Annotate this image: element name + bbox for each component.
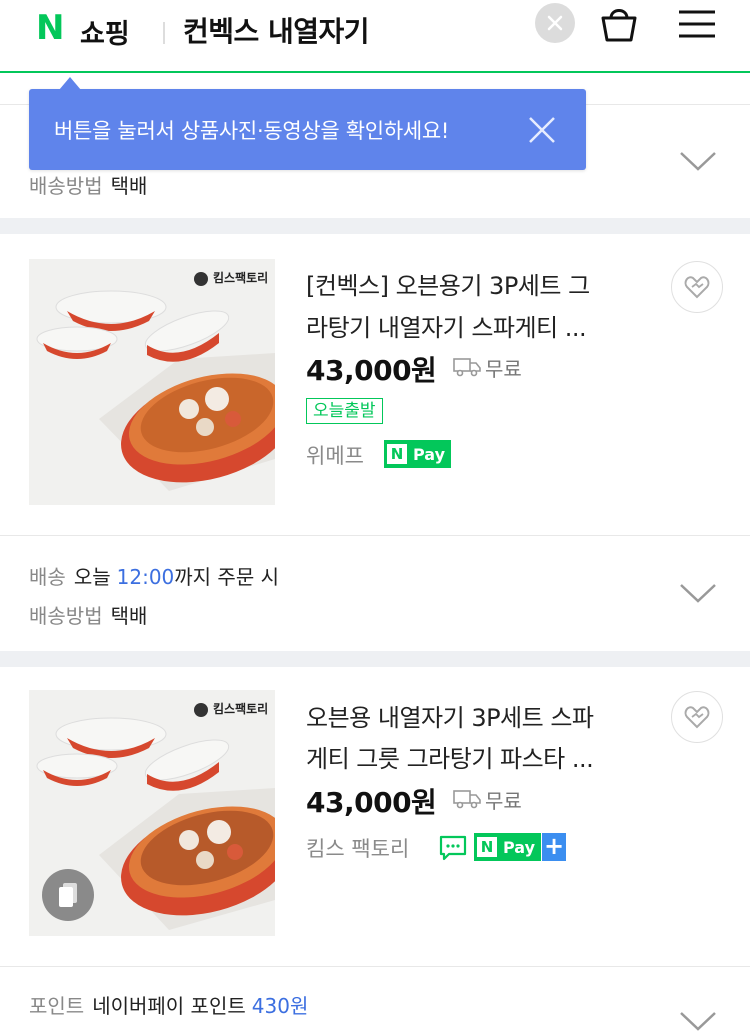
delivery-time: 12:00 <box>116 565 175 589</box>
tooltip-arrow <box>59 77 81 90</box>
product-title-line1[interactable]: 오븐용 내열자기 3P세트 스파 <box>306 698 594 733</box>
section-separator <box>0 651 750 667</box>
seller-name[interactable]: 킴스 팩토리 <box>306 833 409 863</box>
point-label: 포인트 <box>29 994 85 1018</box>
photo-gallery-button[interactable] <box>42 869 94 921</box>
photo-stack-icon <box>59 883 77 907</box>
shipping-method-value: 택배 <box>110 174 148 198</box>
shipping-method-label: 배송방법 <box>29 604 103 628</box>
heart-icon <box>684 706 710 729</box>
shipping-fee: 무료 <box>485 357 522 381</box>
favorite-button[interactable] <box>671 261 723 313</box>
chevron-down-icon[interactable] <box>678 148 718 174</box>
brand-logo-text: 킴스팩토리 <box>213 702 269 716</box>
header-divider <box>163 22 165 44</box>
npay-badge: N Pay <box>474 833 542 861</box>
npay-n-icon: N <box>387 444 407 464</box>
chevron-down-icon[interactable] <box>678 1008 718 1034</box>
search-query[interactable]: 컨벡스 내열자기 <box>183 10 370 50</box>
delivery-prefix: 오늘 <box>73 565 111 589</box>
shipping-method-value: 택배 <box>110 604 148 628</box>
product-title-line2[interactable]: 게티 그릇 그라탕기 파스타 ... <box>306 739 594 774</box>
point-value: 430원 <box>251 994 309 1018</box>
product-title-line1[interactable]: [컨벡스] 오븐용기 3P세트 그 <box>306 266 590 301</box>
top-header: N 쇼핑 컨벡스 내열자기 <box>0 0 750 73</box>
divider <box>0 966 750 967</box>
tooltip-text: 버튼을 눌러서 상품사진·동영상을 확인하세요! <box>54 119 449 143</box>
point-row: 포인트 네이버페이 포인트 430원 <box>29 990 308 1019</box>
npay-badge: N Pay <box>384 440 452 468</box>
product-image[interactable]: 킴스팩토리 <box>29 259 275 505</box>
shipping-method-row: 배송방법 택배 <box>29 170 147 199</box>
clear-icon <box>547 15 563 31</box>
truck-icon <box>453 790 481 809</box>
hamburger-menu-icon <box>679 10 715 38</box>
product-price: 43,000원 <box>306 786 437 819</box>
npay-n-icon: N <box>477 837 497 857</box>
product-photo-illustration <box>29 259 275 505</box>
seller-name[interactable]: 위메프 <box>306 440 364 470</box>
today-dispatch-badge: 오늘출발 <box>306 398 383 424</box>
delivery-row: 배송 오늘 12:00까지 주문 시 <box>29 561 279 590</box>
shipping-method-label: 배송방법 <box>29 174 103 198</box>
shopping-bag-icon <box>601 9 637 42</box>
truck-icon <box>453 358 481 377</box>
product-title-line2[interactable]: 라탕기 내열자기 스파게티 ... <box>306 308 587 343</box>
divider <box>0 535 750 536</box>
talk-chat-icon[interactable] <box>439 835 467 861</box>
npay-plus-badge: + <box>542 832 566 861</box>
shopping-bag-button[interactable] <box>597 2 641 46</box>
media-tooltip: 버튼을 눌러서 상품사진·동영상을 확인하세요! <box>29 77 586 170</box>
product-price: 43,000원 <box>306 354 437 387</box>
chevron-down-icon[interactable] <box>678 580 718 606</box>
close-icon[interactable] <box>526 114 558 146</box>
delivery-label: 배송 <box>29 565 66 589</box>
shopping-label[interactable]: 쇼핑 <box>80 12 130 51</box>
npay-label: Pay <box>503 837 536 857</box>
shipping-method-row: 배송방법 택배 <box>29 600 147 629</box>
naver-logo[interactable]: N <box>36 8 64 48</box>
point-prefix: 네이버페이 포인트 <box>92 994 246 1018</box>
npay-label: Pay <box>413 444 446 464</box>
delivery-suffix: 까지 주문 시 <box>174 565 279 589</box>
section-separator <box>0 218 750 234</box>
header-accent-line <box>0 71 750 73</box>
clear-search-button[interactable] <box>535 3 575 43</box>
heart-icon <box>684 276 710 299</box>
menu-button[interactable] <box>675 4 719 44</box>
brand-logo-text: 킴스팩토리 <box>213 271 269 285</box>
favorite-button[interactable] <box>671 691 723 743</box>
shipping-fee: 무료 <box>485 789 522 813</box>
